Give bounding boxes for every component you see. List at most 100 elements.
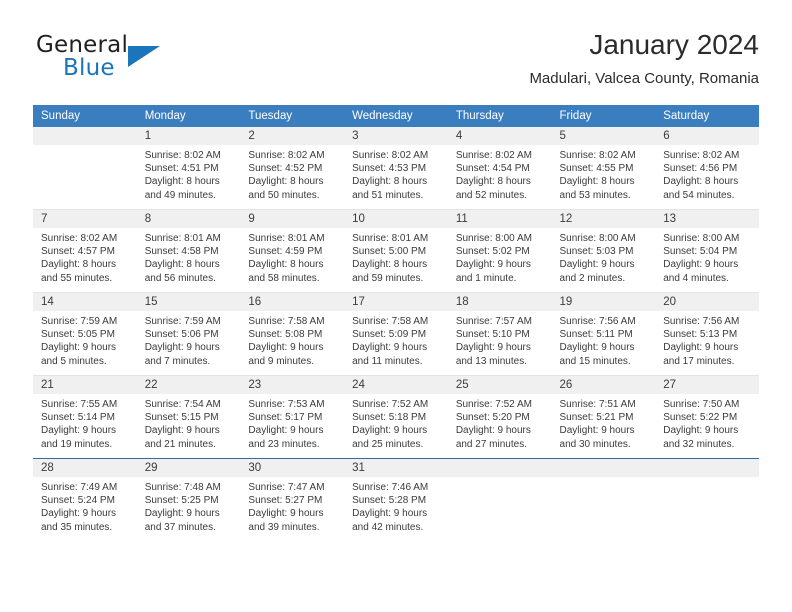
day-number: 5 — [551, 127, 656, 145]
day-sun-info: Sunrise: 7:52 AM Sunset: 5:18 PM Daylight:… — [344, 394, 448, 451]
day-number: 24 — [344, 376, 448, 394]
day-daylight1-text: Daylight: 9 hours — [144, 342, 220, 354]
day-daylight1-text: Daylight: 8 hours — [559, 176, 635, 188]
calendar-day-cell[interactable]: 5 Sunrise: 8:02 AM Sunset: 4:55 PM Daylight… — [551, 127, 656, 210]
day-daylight1-text: Daylight: 9 hours — [559, 259, 635, 271]
calendar-day-cell[interactable]: 30 Sunrise: 7:47 AM Sunset: 5:27 PM Dayligh… — [240, 458, 345, 541]
calendar-week-row: 7 Sunrise: 8:02 AM Sunset: 4:57 PM Daylight… — [33, 209, 759, 293]
day-sun-info — [448, 477, 552, 481]
calendar-day-cell[interactable]: 25 Sunrise: 7:52 AM Sunset: 5:20 PM Dayligh… — [447, 375, 552, 459]
day-cell-inner: 15 Sunrise: 7:59 AM Sunset: 5:06 PM Dayligh… — [136, 293, 241, 375]
day-cell-inner: 8 Sunrise: 8:01 AM Sunset: 4:58 PM Daylight… — [136, 210, 241, 292]
day-sun-info: Sunrise: 8:00 AM Sunset: 5:02 PM Daylight:… — [448, 228, 552, 285]
day-sun-info: Sunrise: 7:53 AM Sunset: 5:17 PM Daylight:… — [240, 394, 344, 451]
day-daylight1-text: Daylight: 9 hours — [144, 425, 220, 437]
calendar-day-cell[interactable]: 14 Sunrise: 7:59 AM Sunset: 5:05 PM Dayligh… — [33, 292, 137, 376]
calendar-day-cell[interactable]: 31 Sunrise: 7:46 AM Sunset: 5:28 PM Dayligh… — [344, 458, 448, 541]
calendar-week-row: 21 Sunrise: 7:55 AM Sunset: 5:14 PM Dayligh… — [33, 375, 759, 459]
day-cell-inner: 20 Sunrise: 7:56 AM Sunset: 5:13 PM Dayligh… — [655, 293, 759, 375]
calendar-day-cell[interactable]: 13 Sunrise: 8:00 AM Sunset: 5:04 PM Dayligh… — [655, 209, 759, 293]
day-daylight2-text: and 5 minutes. — [41, 355, 107, 367]
calendar-day-cell[interactable]: 8 Sunrise: 8:01 AM Sunset: 4:58 PM Daylight… — [136, 209, 241, 293]
day-sunset-text: Sunset: 5:13 PM — [663, 329, 738, 341]
day-cell-inner: 1 Sunrise: 8:02 AM Sunset: 4:51 PM Daylight… — [136, 127, 241, 209]
day-sunset-text: Sunset: 5:00 PM — [352, 246, 427, 258]
calendar-day-cell[interactable]: 22 Sunrise: 7:54 AM Sunset: 5:15 PM Dayligh… — [136, 375, 241, 459]
day-daylight1-text: Daylight: 8 hours — [352, 259, 428, 271]
day-number: 29 — [136, 459, 241, 477]
day-cell-inner: 4 Sunrise: 8:02 AM Sunset: 4:54 PM Daylight… — [447, 127, 552, 209]
day-sun-info: Sunrise: 7:56 AM Sunset: 5:13 PM Daylight:… — [655, 311, 759, 368]
day-sunrise-text: Sunrise: 8:02 AM — [41, 233, 118, 244]
day-sun-info: Sunrise: 7:58 AM Sunset: 5:09 PM Daylight:… — [344, 311, 448, 368]
calendar-day-cell[interactable]: 19 Sunrise: 7:56 AM Sunset: 5:11 PM Dayligh… — [551, 292, 656, 376]
day-sunset-text: Sunset: 4:57 PM — [41, 246, 115, 258]
calendar-day-cell[interactable]: 12 Sunrise: 8:00 AM Sunset: 5:03 PM Dayligh… — [551, 209, 656, 293]
day-sunrise-text: Sunrise: 7:54 AM — [144, 399, 221, 410]
day-cell-inner: 19 Sunrise: 7:56 AM Sunset: 5:11 PM Dayligh… — [551, 293, 656, 375]
day-number: 3 — [344, 127, 448, 145]
day-sun-info: Sunrise: 8:00 AM Sunset: 5:03 PM Daylight:… — [552, 228, 656, 285]
day-sunrise-text: Sunrise: 7:46 AM — [352, 482, 429, 493]
day-cell-inner: 13 Sunrise: 8:00 AM Sunset: 5:04 PM Dayligh… — [655, 210, 759, 292]
calendar-day-cell[interactable]: 10 Sunrise: 8:01 AM Sunset: 5:00 PM Dayligh… — [344, 209, 448, 293]
day-cell-inner: 6 Sunrise: 8:02 AM Sunset: 4:56 PM Daylight… — [655, 127, 759, 209]
calendar-day-cell[interactable]: 9 Sunrise: 8:01 AM Sunset: 4:59 PM Daylight… — [240, 209, 345, 293]
calendar-day-cell[interactable]: 28 Sunrise: 7:49 AM Sunset: 5:24 PM Dayligh… — [33, 458, 137, 541]
day-cell-inner: 17 Sunrise: 7:58 AM Sunset: 5:09 PM Dayligh… — [344, 293, 448, 375]
day-daylight1-text: Daylight: 9 hours — [41, 508, 117, 520]
calendar-body: 1 Sunrise: 8:02 AM Sunset: 4:51 PM Daylight… — [33, 127, 759, 541]
day-sun-info: Sunrise: 7:52 AM Sunset: 5:20 PM Daylight:… — [448, 394, 552, 451]
calendar-week-row: 14 Sunrise: 7:59 AM Sunset: 5:05 PM Dayligh… — [33, 292, 759, 376]
day-sunrise-text: Sunrise: 7:59 AM — [144, 316, 221, 327]
day-cell-inner: 16 Sunrise: 7:58 AM Sunset: 5:08 PM Dayligh… — [240, 293, 345, 375]
day-sunrise-text: Sunrise: 8:02 AM — [663, 150, 740, 161]
day-daylight2-text: and 2 minutes. — [559, 272, 626, 284]
day-daylight2-text: and 56 minutes. — [144, 272, 216, 284]
page-header: General Blue January 2024 Madulari, Valc… — [33, 28, 759, 98]
calendar-day-cell[interactable]: 3 Sunrise: 8:02 AM Sunset: 4:53 PM Daylight… — [344, 127, 448, 210]
day-sunrise-text: Sunrise: 8:01 AM — [352, 233, 429, 244]
day-daylight1-text: Daylight: 9 hours — [455, 425, 531, 437]
day-sunset-text: Sunset: 5:20 PM — [455, 412, 530, 424]
day-cell-inner: 21 Sunrise: 7:55 AM Sunset: 5:14 PM Dayligh… — [33, 376, 137, 458]
calendar-day-cell[interactable]: 27 Sunrise: 7:50 AM Sunset: 5:22 PM Dayligh… — [655, 375, 759, 459]
day-sun-info: Sunrise: 7:58 AM Sunset: 5:08 PM Daylight:… — [240, 311, 344, 368]
day-sunset-text: Sunset: 5:09 PM — [352, 329, 427, 341]
day-sunrise-text: Sunrise: 7:50 AM — [663, 399, 740, 410]
day-number — [33, 127, 137, 145]
day-sun-info: Sunrise: 7:59 AM Sunset: 5:05 PM Daylight:… — [33, 311, 137, 368]
calendar-day-cell[interactable]: 1 Sunrise: 8:02 AM Sunset: 4:51 PM Daylight… — [136, 127, 241, 210]
day-sunrise-text: Sunrise: 8:02 AM — [248, 150, 325, 161]
day-sun-info: Sunrise: 8:02 AM Sunset: 4:53 PM Daylight:… — [344, 145, 448, 202]
calendar-day-cell[interactable]: 20 Sunrise: 7:56 AM Sunset: 5:13 PM Dayligh… — [655, 292, 759, 376]
calendar-day-cell[interactable]: 2 Sunrise: 8:02 AM Sunset: 4:52 PM Daylight… — [240, 127, 345, 210]
calendar-day-cell[interactable]: 6 Sunrise: 8:02 AM Sunset: 4:56 PM Daylight… — [655, 127, 759, 210]
day-sun-info: Sunrise: 8:02 AM Sunset: 4:52 PM Daylight:… — [240, 145, 344, 202]
day-daylight1-text: Daylight: 9 hours — [144, 508, 220, 520]
day-number — [447, 459, 552, 477]
calendar-day-cell[interactable]: 23 Sunrise: 7:53 AM Sunset: 5:17 PM Dayligh… — [240, 375, 345, 459]
calendar-day-cell-empty — [655, 458, 759, 541]
calendar-day-cell[interactable]: 21 Sunrise: 7:55 AM Sunset: 5:14 PM Dayligh… — [33, 375, 137, 459]
day-sunrise-text: Sunrise: 7:58 AM — [248, 316, 325, 327]
calendar-day-cell[interactable]: 18 Sunrise: 7:57 AM Sunset: 5:10 PM Dayligh… — [447, 292, 552, 376]
calendar-day-cell[interactable]: 26 Sunrise: 7:51 AM Sunset: 5:21 PM Dayligh… — [551, 375, 656, 459]
calendar-day-cell[interactable]: 29 Sunrise: 7:48 AM Sunset: 5:25 PM Dayligh… — [136, 458, 241, 541]
calendar-day-cell[interactable]: 17 Sunrise: 7:58 AM Sunset: 5:09 PM Dayligh… — [344, 292, 448, 376]
day-daylight2-text: and 1 minute. — [455, 272, 517, 284]
day-sun-info — [33, 145, 137, 149]
day-cell-inner — [33, 127, 137, 209]
day-number: 14 — [33, 293, 137, 311]
calendar-day-cell[interactable]: 7 Sunrise: 8:02 AM Sunset: 4:57 PM Daylight… — [33, 209, 137, 293]
calendar-day-cell[interactable]: 4 Sunrise: 8:02 AM Sunset: 4:54 PM Daylight… — [447, 127, 552, 210]
calendar-day-cell[interactable]: 24 Sunrise: 7:52 AM Sunset: 5:18 PM Dayligh… — [344, 375, 448, 459]
calendar-day-cell[interactable]: 16 Sunrise: 7:58 AM Sunset: 5:08 PM Dayligh… — [240, 292, 345, 376]
day-sunrise-text: Sunrise: 8:00 AM — [663, 233, 740, 244]
calendar-day-cell[interactable]: 15 Sunrise: 7:59 AM Sunset: 5:06 PM Dayligh… — [136, 292, 241, 376]
day-cell-inner: 28 Sunrise: 7:49 AM Sunset: 5:24 PM Dayligh… — [33, 459, 137, 541]
day-cell-inner: 7 Sunrise: 8:02 AM Sunset: 4:57 PM Daylight… — [33, 210, 137, 292]
calendar-day-cell[interactable]: 11 Sunrise: 8:00 AM Sunset: 5:02 PM Dayligh… — [447, 209, 552, 293]
day-cell-inner: 11 Sunrise: 8:00 AM Sunset: 5:02 PM Dayligh… — [447, 210, 552, 292]
day-sunrise-text: Sunrise: 8:02 AM — [144, 150, 221, 161]
